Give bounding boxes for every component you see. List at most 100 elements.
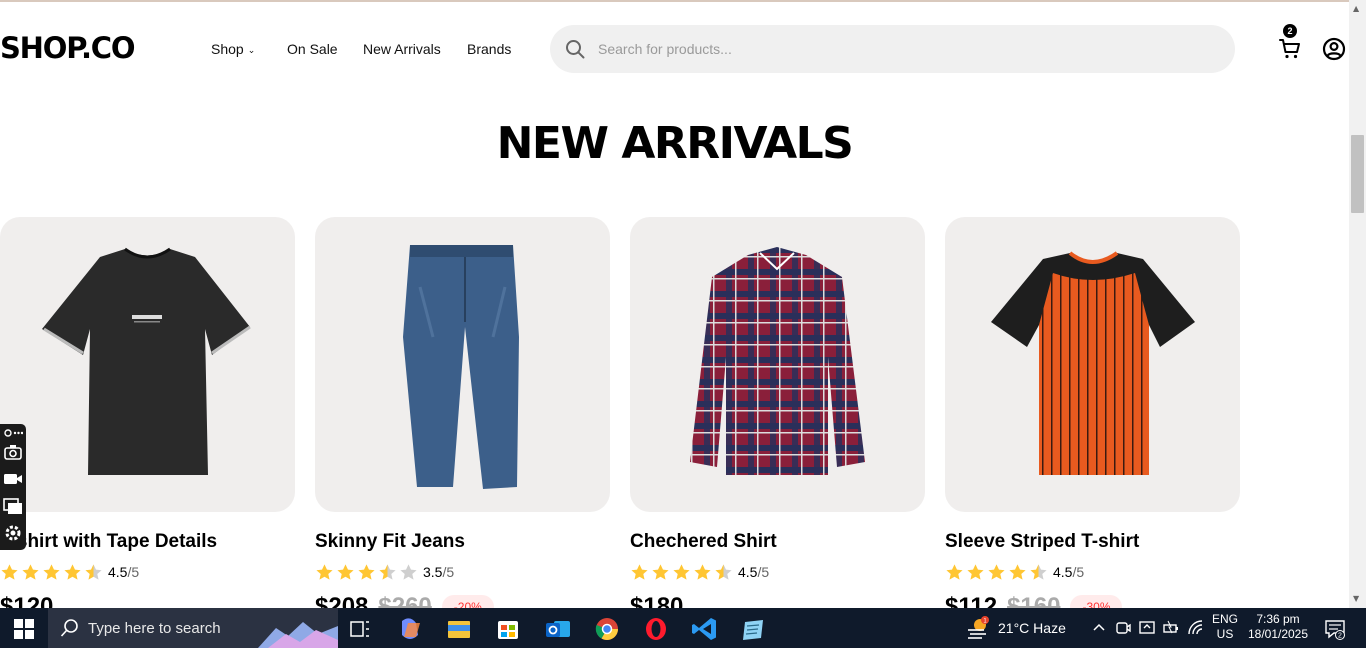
windows-taskbar: Type here to search 1 21°C Haze ENG US 7…: [0, 608, 1366, 648]
star-full-icon: [673, 564, 690, 580]
clock-time: 7:36 pm: [1256, 612, 1300, 626]
striped-tshirt-image: [991, 251, 1195, 475]
notification-center-icon[interactable]: 2: [1324, 618, 1346, 640]
star-full-icon: [1, 564, 18, 580]
rating-value: 4.5: [108, 564, 128, 580]
star-full-icon: [946, 564, 963, 580]
more-options-icon[interactable]: [3, 426, 23, 440]
chevron-down-icon: ⌄: [247, 45, 256, 55]
star-half-icon: [85, 564, 102, 580]
star-full-icon: [316, 564, 333, 580]
vscode-icon[interactable]: [685, 613, 725, 645]
rating-max: /5: [1072, 564, 1085, 580]
file-explorer-icon[interactable]: [439, 613, 479, 645]
system-clock[interactable]: 7:36 pm 18/01/2025: [1246, 612, 1310, 642]
nav-on-sale[interactable]: On Sale: [287, 40, 338, 58]
product-image[interactable]: [945, 217, 1240, 512]
capture-toolbar: [0, 424, 26, 550]
rating-stars: [630, 563, 733, 583]
windows-icon[interactable]: [3, 496, 23, 516]
scroll-up-arrow-icon[interactable]: ▲: [1353, 4, 1359, 13]
battery-icon[interactable]: [1162, 619, 1180, 637]
copilot-icon[interactable]: [390, 613, 430, 645]
product-name[interactable]: Chechered Shirt: [630, 531, 777, 553]
windows-start-icon[interactable]: [14, 619, 34, 639]
rating-stars: [0, 563, 103, 583]
rating-value: 3.5: [423, 564, 443, 580]
star-full-icon: [1009, 564, 1026, 580]
product-name[interactable]: Sleeve Striped T-shirt: [945, 531, 1139, 553]
settings-gear-icon[interactable]: [3, 523, 23, 543]
keyboard-region: US: [1216, 627, 1234, 641]
rating-stars: [315, 563, 418, 583]
product-image[interactable]: [315, 217, 610, 512]
product-image[interactable]: [630, 217, 925, 512]
nav-shop[interactable]: Shop ⌄: [211, 40, 255, 60]
product-name[interactable]: T-shirt with Tape Details: [0, 531, 217, 553]
star-full-icon: [358, 564, 375, 580]
page-scrollbar[interactable]: ▲ ▼: [1349, 0, 1366, 608]
search-icon: [60, 619, 78, 637]
task-view-icon[interactable]: [340, 613, 380, 645]
opera-icon[interactable]: [636, 613, 676, 645]
product-name[interactable]: Skinny Fit Jeans: [315, 531, 465, 553]
product-card[interactable]: Sleeve Striped T-shirt 4.5/5 $112 $160 -…: [945, 217, 1240, 620]
rating-text: 4.5/5: [738, 564, 769, 580]
jeans-image: [403, 245, 519, 489]
site-logo[interactable]: SHOP.CO: [0, 31, 135, 65]
rating-text: 3.5/5: [423, 564, 454, 580]
meet-now-icon[interactable]: [1114, 619, 1132, 637]
microsoft-store-icon[interactable]: [488, 613, 528, 645]
rating-text: 4.5/5: [1053, 564, 1084, 580]
language-code: ENG: [1212, 612, 1239, 626]
nav-brands[interactable]: Brands: [467, 40, 511, 58]
star-full-icon: [694, 564, 711, 580]
star-full-icon: [64, 564, 81, 580]
scroll-down-arrow-icon[interactable]: ▼: [1353, 594, 1359, 603]
tshirt-image: [42, 247, 251, 475]
wifi-icon[interactable]: [1187, 619, 1205, 637]
shirt-image: [690, 247, 865, 475]
star-half-icon: [379, 564, 396, 580]
rating-value: 4.5: [1053, 564, 1073, 580]
notification-count: 2: [1338, 633, 1342, 640]
nav-new-arrivals[interactable]: New Arrivals: [363, 40, 441, 58]
display-icon[interactable]: [1138, 619, 1156, 637]
product-card[interactable]: T-shirt with Tape Details 4.5/5 $120: [0, 217, 295, 620]
rating-text: 4.5/5: [108, 564, 139, 580]
taskbar-search[interactable]: Type here to search: [48, 608, 338, 648]
rating-max: /5: [127, 564, 140, 580]
chrome-icon[interactable]: [587, 613, 627, 645]
cart-count-badge: 2: [1283, 24, 1297, 38]
star-full-icon: [631, 564, 648, 580]
rating-max: /5: [757, 564, 770, 580]
scrollbar-thumb[interactable]: [1351, 135, 1364, 213]
product-card[interactable]: Chechered Shirt 4.5/5 $180: [630, 217, 925, 620]
top-border: [0, 0, 1366, 2]
search-icon[interactable]: [565, 39, 585, 59]
search-input[interactable]: [598, 39, 1198, 59]
star-full-icon: [652, 564, 669, 580]
account-icon[interactable]: [1322, 37, 1346, 61]
weather-haze-icon[interactable]: 1: [966, 616, 990, 640]
nav-shop-label: Shop: [211, 41, 244, 57]
video-icon[interactable]: [3, 469, 23, 489]
product-card[interactable]: Skinny Fit Jeans 3.5/5 $208 $260 -20%: [315, 217, 610, 620]
rating-value: 4.5: [738, 564, 758, 580]
camera-icon[interactable]: [3, 442, 23, 462]
star-half-icon: [715, 564, 732, 580]
weather-text[interactable]: 21°C Haze: [998, 620, 1066, 636]
chevron-up-icon[interactable]: [1090, 619, 1108, 637]
star-full-icon: [967, 564, 984, 580]
star-full-icon: [43, 564, 60, 580]
rating-max: /5: [442, 564, 455, 580]
language-indicator[interactable]: ENG US: [1212, 612, 1238, 642]
star-full-icon: [22, 564, 39, 580]
product-image[interactable]: [0, 217, 295, 512]
cart-icon[interactable]: [1278, 36, 1302, 60]
search-highlight-art-icon: [258, 622, 338, 648]
outlook-icon[interactable]: [538, 613, 578, 645]
clock-date: 18/01/2025: [1247, 627, 1309, 641]
star-half-icon: [1030, 564, 1047, 580]
notepad-icon[interactable]: [733, 613, 773, 645]
